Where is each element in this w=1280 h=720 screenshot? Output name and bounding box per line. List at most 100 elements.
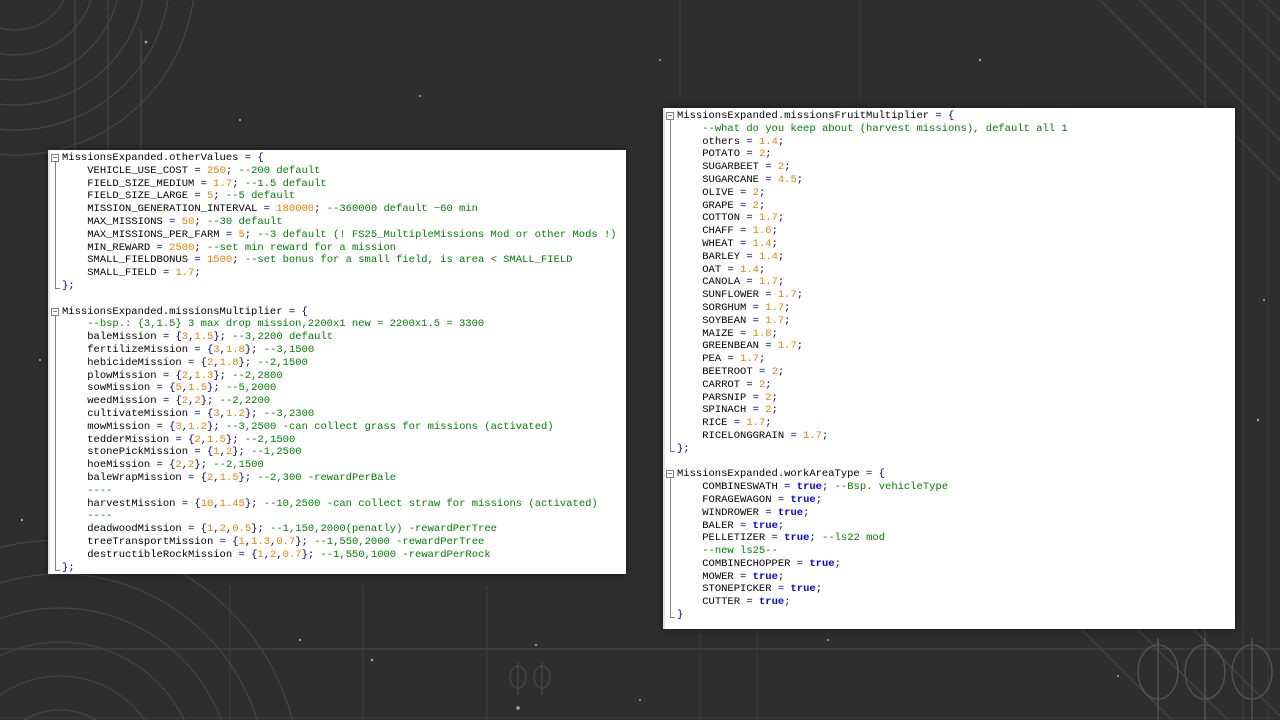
code-line: MissionsExpanded.otherValues = { [50, 152, 626, 165]
code-line: deadwoodMission = {1,2,0.5}; --1,150,200… [50, 523, 626, 536]
code-text: --new ls25-- [677, 545, 778, 558]
fold-guide-line [670, 315, 671, 328]
code-line: CARROT = 2; [665, 379, 1235, 392]
code-line: destructibleRockMission = {1,2,0.7}; --1… [50, 549, 626, 562]
code-text: ---- [62, 510, 112, 523]
fold-guide-line [670, 136, 671, 149]
code-text: cultivateMission = {3,1.2}; --3,2300 [62, 408, 314, 421]
fold-guide-line [55, 165, 56, 178]
fold-gutter [50, 382, 62, 395]
fold-guide-line [670, 558, 671, 571]
code-line: hebicideMission = {2,1.8}; --2,1500 [50, 357, 626, 370]
fold-guide-line [55, 446, 56, 459]
code-text: MIN_REWARD = 2500; --set min reward for … [62, 242, 396, 255]
fold-guide-line [670, 494, 671, 507]
code-text: baleWrapMission = {2,1.5}; --2,300 -rewa… [62, 472, 396, 485]
fold-gutter [50, 498, 62, 511]
code-line: fertilizeMission = {3,1.8}; --3,1500 [50, 344, 626, 357]
code-text: tedderMission = {2,1.5}; --2,1500 [62, 434, 295, 447]
fold-guide-line [55, 331, 56, 344]
code-line: }; [50, 562, 626, 575]
fold-gutter [50, 306, 62, 319]
fold-gutter [50, 562, 62, 575]
fold-gutter [50, 472, 62, 485]
fold-guide-line [670, 340, 671, 353]
code-text: SUGARCANE = 4.5; [677, 174, 803, 187]
fold-gutter [665, 417, 677, 430]
code-text: FIELD_SIZE_MEDIUM = 1.7; --1.5 default [62, 178, 327, 191]
fold-guide-line [670, 532, 671, 545]
code-text: MAX_MISSIONS_PER_FARM = 5; --3 default (… [62, 229, 617, 242]
left-code-panel[interactable]: MissionsExpanded.otherValues = { VEHICLE… [48, 150, 626, 574]
code-line: PEA = 1.7; [665, 353, 1235, 366]
code-line: treeTransportMission = {1,1.3,0.7}; --1,… [50, 536, 626, 549]
fold-gutter [665, 340, 677, 353]
code-line: stonePickMission = {1,2}; --1,2500 [50, 446, 626, 459]
fold-gutter [665, 251, 677, 264]
code-line: FORAGEWAGON = true; [665, 494, 1235, 507]
fold-gutter [665, 328, 677, 341]
fold-gutter [665, 468, 677, 481]
fold-gutter [665, 200, 677, 213]
fold-gutter [665, 456, 677, 469]
fold-gutter [50, 293, 62, 306]
code-line: GRAPE = 2; [665, 200, 1235, 213]
code-text: CANOLA = 1.7; [677, 276, 784, 289]
fold-guide-line [55, 536, 56, 549]
fold-gutter [665, 315, 677, 328]
fold-guide-line [55, 523, 56, 536]
fold-gutter [665, 174, 677, 187]
fold-gutter [665, 238, 677, 251]
fold-toggle-icon[interactable] [51, 154, 59, 162]
code-line: --new ls25-- [665, 545, 1235, 558]
fold-guide-line [670, 187, 671, 200]
fold-guide-line [55, 421, 56, 434]
code-line: tedderMission = {2,1.5}; --2,1500 [50, 434, 626, 447]
fold-toggle-icon[interactable] [666, 112, 674, 120]
code-line: CANOLA = 1.7; [665, 276, 1235, 289]
fold-gutter [50, 434, 62, 447]
fold-gutter [50, 485, 62, 498]
right-code-panel[interactable]: MissionsExpanded.missionsFruitMultiplier… [663, 108, 1235, 629]
code-line: MOWER = true; [665, 571, 1235, 584]
fold-guide-line [670, 392, 671, 405]
code-text: stonePickMission = {1,2}; --1,2500 [62, 446, 302, 459]
fold-gutter [665, 392, 677, 405]
fold-guide-line [670, 225, 671, 238]
fold-gutter [50, 523, 62, 536]
code-line: weedMission = {2,2}; --2,2200 [50, 395, 626, 408]
code-line: sowMission = {5,1.5}; --5,2000 [50, 382, 626, 395]
fold-gutter [50, 549, 62, 562]
fold-gutter [665, 353, 677, 366]
code-line: COMBINECHOPPER = true; [665, 558, 1235, 571]
fold-gutter [50, 216, 62, 229]
code-line: SMALL_FIELD = 1.7; [50, 267, 626, 280]
fold-guide-line [55, 318, 56, 331]
code-text: RICELONGGRAIN = 1.7; [677, 430, 828, 443]
code-text: COMBINESWATH = true; --Bsp. vehicleType [677, 481, 948, 494]
fold-guide-line [55, 485, 56, 498]
code-text: OLIVE = 2; [677, 187, 765, 200]
fold-toggle-icon[interactable] [51, 308, 59, 316]
fold-guide-line [670, 520, 671, 533]
code-line: }; [665, 443, 1235, 456]
code-line: MAX_MISSIONS_PER_FARM = 5; --3 default (… [50, 229, 626, 242]
code-line: RICELONGGRAIN = 1.7; [665, 430, 1235, 443]
fold-guide-line [55, 357, 56, 370]
fold-guide-line [670, 161, 671, 174]
fold-gutter [50, 178, 62, 191]
fold-gutter [665, 110, 677, 123]
code-text: treeTransportMission = {1,1.3,0.7}; --1,… [62, 536, 484, 549]
fold-gutter [665, 123, 677, 136]
fold-gutter [665, 520, 677, 533]
fold-toggle-icon[interactable] [666, 470, 674, 478]
fold-guide-line [670, 212, 671, 225]
code-text: }; [62, 562, 75, 575]
code-text: MAX_MISSIONS = 50; --30 default [62, 216, 283, 229]
fold-guide-line [55, 370, 56, 383]
code-line: COTTON = 1.7; [665, 212, 1235, 225]
fold-gutter [665, 481, 677, 494]
fold-gutter [665, 302, 677, 315]
fold-gutter [665, 289, 677, 302]
fold-guide-line [55, 178, 56, 191]
